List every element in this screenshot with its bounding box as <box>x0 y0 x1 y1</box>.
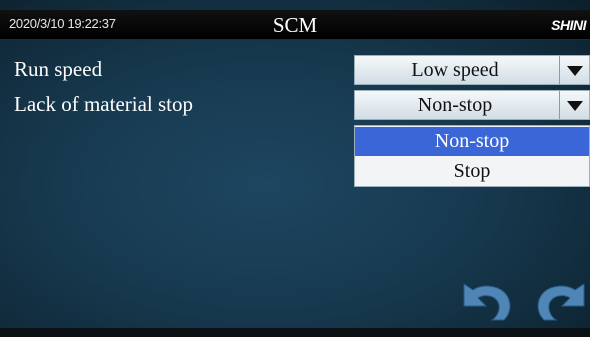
hmi-screen: 2020/3/10 19:22:37 SCM SHINI Run speed L… <box>0 0 590 337</box>
lack-of-material-stop-dropdown[interactable]: Non-stop <box>354 90 590 120</box>
screen-title: SCM <box>272 13 318 37</box>
option-stop[interactable]: Stop <box>355 157 589 186</box>
run-speed-value: Low speed <box>411 59 499 81</box>
option-non-stop[interactable]: Non-stop <box>355 127 589 156</box>
run-speed-label: Run speed <box>14 57 103 81</box>
brand-logo: SHINI <box>551 17 586 33</box>
forward-button[interactable] <box>532 280 590 324</box>
back-button[interactable] <box>458 280 516 324</box>
dropdown-arrow-button[interactable] <box>559 56 589 84</box>
screen-bezel <box>0 328 590 337</box>
undo-arrow-icon <box>463 283 511 321</box>
dropdown-arrow-button[interactable] <box>559 91 589 119</box>
run-speed-dropdown[interactable]: Low speed <box>354 55 590 85</box>
chevron-down-icon <box>567 66 583 76</box>
dropdown-option-list: Non-stop Stop <box>354 125 590 187</box>
lack-of-material-stop-label: Lack of material stop <box>14 92 194 116</box>
chevron-down-icon <box>567 101 583 111</box>
redo-arrow-icon <box>537 283 585 321</box>
header-bar: 2020/3/10 19:22:37 SCM SHINI <box>0 10 590 40</box>
lack-of-material-stop-value: Non-stop <box>417 94 493 116</box>
